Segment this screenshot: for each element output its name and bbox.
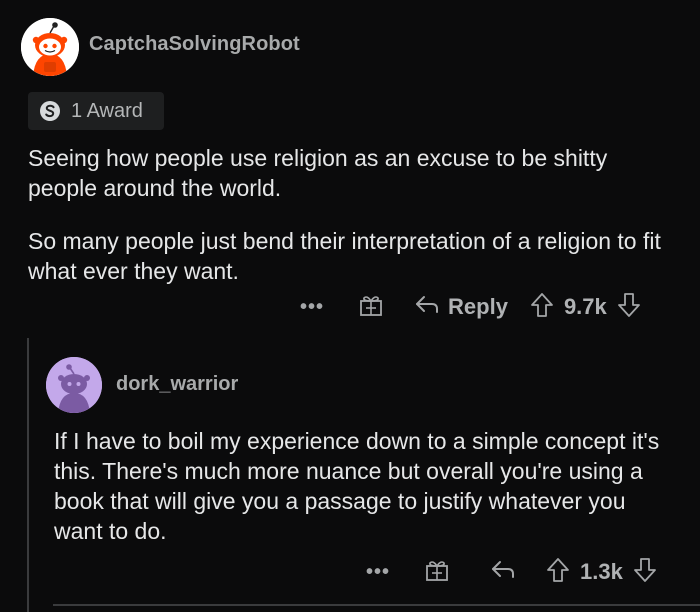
reply-paragraph: If I have to boil my experience down to … xyxy=(54,428,660,544)
next-comment-border xyxy=(53,604,700,606)
snoo-avatar-icon xyxy=(46,357,102,413)
reply-author[interactable]: dork_warrior xyxy=(116,373,238,396)
reply-action-bar: ••• 1.3k xyxy=(366,555,657,589)
reply-arrow-icon[interactable] xyxy=(490,559,516,586)
vote-score: 1.3k xyxy=(580,559,623,584)
upvote-arrow-icon[interactable] xyxy=(530,292,554,323)
award-badge[interactable]: 1 Award xyxy=(28,92,164,130)
thread-line[interactable] xyxy=(27,338,29,612)
gift-icon[interactable] xyxy=(424,557,450,588)
user-avatar-dork-warrior[interactable] xyxy=(46,357,102,413)
downvote-arrow-icon[interactable] xyxy=(617,292,641,323)
downvote-arrow-icon[interactable] xyxy=(633,557,657,588)
snoo-avatar-icon xyxy=(21,18,79,76)
comment-author[interactable]: CaptchaSolvingRobot xyxy=(89,33,300,56)
reply-arrow-icon[interactable] xyxy=(414,294,440,321)
reply-button[interactable]: Reply xyxy=(448,294,508,320)
award-icon xyxy=(40,101,60,121)
gift-icon[interactable] xyxy=(358,292,384,323)
user-avatar-captchasolvingrobot[interactable] xyxy=(21,18,79,76)
vote-score: 9.7k xyxy=(563,294,607,319)
more-options-button[interactable]: ••• xyxy=(300,296,324,319)
comment-paragraph-2: So many people just bend their interpret… xyxy=(28,228,661,284)
comment-action-bar: ••• Reply 9.7k xyxy=(300,290,641,324)
more-options-button[interactable]: ••• xyxy=(366,561,390,584)
award-count: 1 Award xyxy=(71,99,143,122)
comment-paragraph-1: Seeing how people use religion as an exc… xyxy=(28,145,608,201)
upvote-arrow-icon[interactable] xyxy=(546,557,570,588)
